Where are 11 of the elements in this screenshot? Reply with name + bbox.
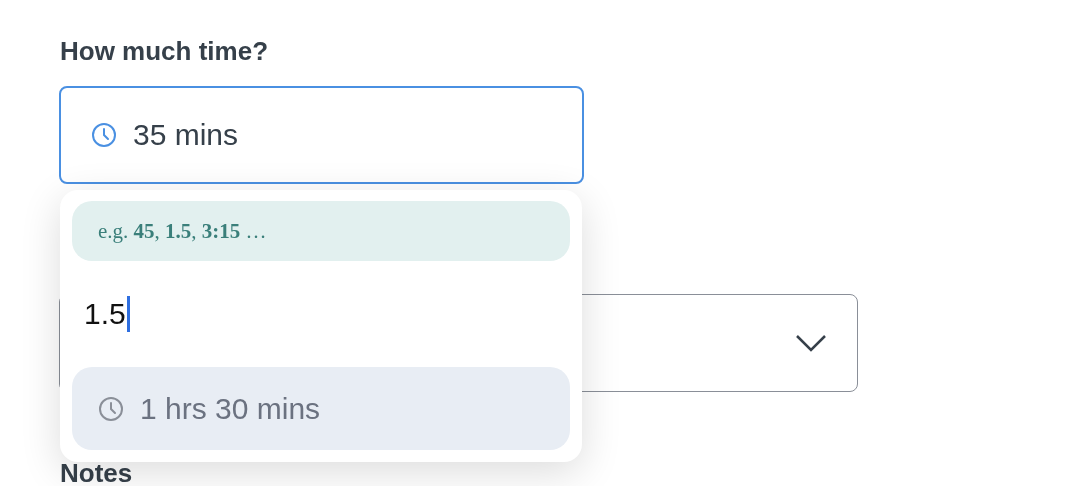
duration-field[interactable]: 35 mins [59,86,584,184]
field-value: 35 mins [133,118,239,152]
option-label: 1 hrs 30 mins [140,391,321,426]
chevron-down-icon [795,334,827,352]
notes-label: Notes [60,458,134,486]
clock-icon [98,395,124,422]
duration-option[interactable]: 1 hrs 30 mins [72,367,570,450]
field-label: How much time? [60,36,269,66]
clock-icon [91,122,117,148]
hint-text: e.g. 45, 1.5, 3:15 … [72,201,570,261]
input-field[interactable]: 1.5 [72,261,570,367]
